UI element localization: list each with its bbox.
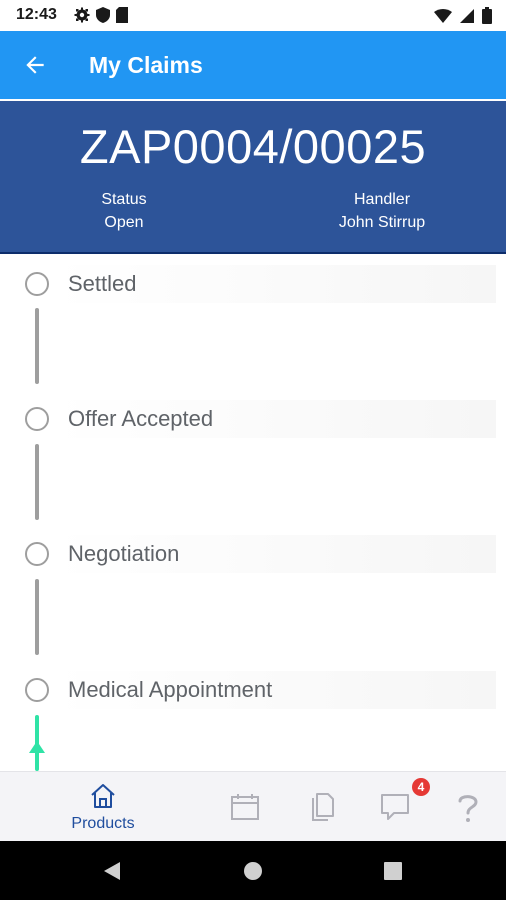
step-status-circle[interactable] [25, 272, 49, 296]
step-label[interactable]: Medical Appointment [54, 671, 496, 709]
step-status-circle[interactable] [25, 542, 49, 566]
home-circle-icon[interactable] [243, 861, 263, 881]
system-navigation-bar [0, 841, 506, 900]
battery-icon [482, 7, 492, 24]
documents-icon [312, 793, 334, 821]
status-block: Status Open [24, 188, 224, 234]
calendar-icon [231, 794, 259, 820]
claim-header: ZAP0004/00025 Status Open Handler John S… [0, 99, 506, 254]
status-value: Open [104, 214, 144, 231]
wifi-icon [434, 8, 452, 23]
status-notification-icons [74, 7, 128, 23]
status-bar: 12:43 [0, 0, 506, 31]
clock: 12:43 [16, 6, 57, 23]
arrow-left-icon[interactable] [22, 52, 48, 78]
timeline-connector [35, 308, 39, 384]
claim-number: ZAP0004/00025 [79, 120, 427, 173]
signal-icon [460, 8, 474, 23]
step-status-circle[interactable] [25, 407, 49, 431]
page-title: My Claims [89, 52, 203, 78]
home-icon [91, 784, 115, 808]
step-status-circle[interactable] [25, 678, 49, 702]
step-label[interactable]: Offer Accepted [54, 400, 496, 438]
status-system-icons [434, 7, 492, 24]
step-label[interactable]: Negotiation [54, 535, 496, 573]
app-bar: My Claims [0, 31, 506, 99]
status-label: Status [101, 191, 147, 208]
back-triangle-icon[interactable] [102, 861, 122, 881]
nav-messages[interactable] [376, 772, 416, 842]
progress-arrow-icon [29, 741, 45, 753]
bottom-navigation: Products 4 [0, 771, 506, 841]
handler-block: Handler John Stirrup [282, 188, 482, 234]
claim-timeline: Settled Offer Accepted Negotiation Medic… [0, 255, 506, 771]
gear-icon [74, 7, 90, 23]
help-icon [458, 795, 478, 822]
chat-icon [381, 794, 409, 820]
handler-value: John Stirrup [338, 214, 426, 231]
nav-products-label: Products [71, 815, 135, 832]
shield-icon [96, 7, 110, 23]
timeline-connector [35, 579, 39, 655]
step-label[interactable]: Settled [54, 265, 496, 303]
nav-documents[interactable] [302, 772, 342, 842]
recents-square-icon[interactable] [384, 862, 402, 880]
handler-label: Handler [353, 191, 411, 208]
messages-badge: 4 [412, 778, 430, 796]
nav-help[interactable] [452, 772, 484, 842]
nav-products[interactable]: Products [58, 772, 148, 842]
timeline-connector [35, 444, 39, 520]
nav-calendar[interactable] [224, 772, 266, 842]
sd-card-icon [116, 7, 128, 23]
